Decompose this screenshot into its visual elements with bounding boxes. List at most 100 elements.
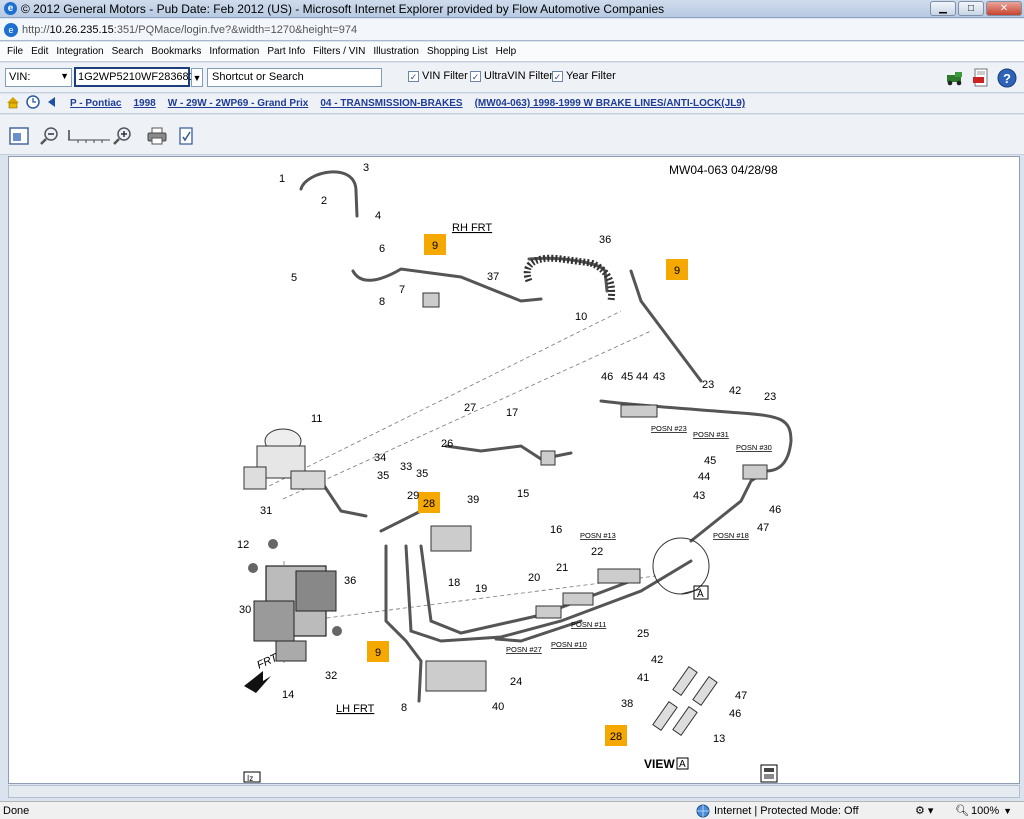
part-callout-number[interactable]: 45: [621, 371, 633, 383]
part-callout-number[interactable]: 44: [636, 371, 648, 383]
help-icon[interactable]: ?: [996, 67, 1018, 89]
part-callout-number[interactable]: 13: [713, 733, 725, 745]
history-icon[interactable]: [26, 95, 40, 112]
part-callout-number[interactable]: 44: [698, 471, 710, 483]
part-callout-number[interactable]: 36: [599, 234, 611, 246]
brake-lines-diagram[interactable]: MW04-063 04/28/98 FRT RH FRT LH FRT VIEW…: [9, 157, 1019, 783]
part-callout-number[interactable]: 38: [621, 698, 633, 710]
menu-bookmarks[interactable]: Bookmarks: [147, 46, 205, 57]
menu-information[interactable]: Information: [205, 46, 263, 57]
vehicle-icon[interactable]: [944, 67, 966, 89]
part-callout-number[interactable]: 8: [379, 296, 385, 308]
part-callout-number[interactable]: 15: [517, 488, 529, 500]
part-callout-number[interactable]: 36: [344, 575, 356, 587]
callout-highlight-number[interactable]: 28: [610, 731, 622, 743]
part-callout-number[interactable]: 35: [416, 468, 428, 480]
checkbox-checked-icon[interactable]: ✓: [552, 70, 563, 82]
security-zone[interactable]: Internet | Protected Mode: Off: [696, 804, 859, 818]
part-callout-number[interactable]: 39: [467, 494, 479, 506]
protected-mode-icon[interactable]: ⚙ ▾: [915, 804, 933, 817]
part-callout-number[interactable]: 2: [321, 195, 327, 207]
close-button[interactable]: ✕: [986, 1, 1022, 16]
part-callout-number[interactable]: 18: [448, 577, 460, 589]
notes-icon[interactable]: [175, 125, 197, 147]
part-callout-number[interactable]: 45: [704, 455, 716, 467]
part-callout-number[interactable]: 29: [407, 490, 419, 502]
callout-highlight-number[interactable]: 9: [432, 240, 438, 252]
part-callout-number[interactable]: 27: [464, 402, 476, 414]
part-callout-number[interactable]: 22: [591, 546, 603, 558]
callout-highlight-number[interactable]: 9: [375, 647, 381, 659]
zoom-in-icon[interactable]: [111, 125, 133, 147]
back-icon[interactable]: [46, 96, 56, 111]
part-callout-number[interactable]: 23: [702, 379, 714, 391]
part-callout-number[interactable]: 16: [550, 524, 562, 536]
part-callout-number[interactable]: 43: [653, 371, 665, 383]
part-callout-number[interactable]: 17: [506, 407, 518, 419]
zoom-slider[interactable]: [66, 125, 112, 147]
part-callout-number[interactable]: 47: [757, 522, 769, 534]
breadcrumb-model[interactable]: W - 29W - 2WP69 - Grand Prix: [168, 98, 309, 109]
breadcrumb-group[interactable]: 04 - TRANSMISSION-BRAKES: [320, 98, 462, 109]
part-callout-number[interactable]: 19: [475, 583, 487, 595]
part-callout-number[interactable]: 46: [769, 504, 781, 516]
vin-input[interactable]: 1G2WP5210WF283681: [74, 67, 195, 87]
checkbox-checked-icon[interactable]: ✓: [408, 70, 419, 82]
part-callout-number[interactable]: 34: [374, 452, 386, 464]
page-icon-corner[interactable]: [760, 764, 778, 783]
part-callout-number[interactable]: 24: [510, 676, 522, 688]
part-callout-number[interactable]: 4: [375, 210, 381, 222]
menu-help[interactable]: Help: [492, 46, 521, 57]
part-callout-number[interactable]: 33: [400, 461, 412, 473]
part-callout-number[interactable]: 20: [528, 572, 540, 584]
zoom-control[interactable]: 🔍︎ 100% ▼: [955, 804, 1012, 818]
part-callout-number[interactable]: 37: [487, 271, 499, 283]
home-icon[interactable]: [6, 96, 20, 112]
part-callout-number[interactable]: 1: [279, 173, 285, 185]
callout-highlight-number[interactable]: 28: [423, 498, 435, 510]
part-callout-number[interactable]: 11: [311, 413, 322, 425]
menu-illustration[interactable]: Illustration: [369, 46, 423, 57]
address-url[interactable]: http://10.26.235.15:351/PQMace/login.fve…: [22, 24, 357, 36]
menu-search[interactable]: Search: [108, 46, 148, 57]
menu-filters-vin[interactable]: Filters / VIN: [309, 46, 369, 57]
part-callout-number[interactable]: 41: [637, 672, 649, 684]
illustration-viewer[interactable]: MW04-063 04/28/98 FRT RH FRT LH FRT VIEW…: [8, 156, 1020, 784]
part-callout-number[interactable]: 32: [325, 670, 337, 682]
part-callout-number[interactable]: 40: [492, 701, 504, 713]
year-filter-checkbox[interactable]: ✓ Year Filter: [552, 70, 616, 82]
breadcrumb-make[interactable]: P - Pontiac: [70, 98, 122, 109]
menu-edit[interactable]: Edit: [27, 46, 52, 57]
part-callout-number[interactable]: 21: [556, 562, 568, 574]
address-bar[interactable]: e http://10.26.235.15:351/PQMace/login.f…: [0, 19, 1024, 41]
vin-type-select[interactable]: VIN: ▼: [5, 68, 72, 87]
menu-file[interactable]: File: [3, 46, 27, 57]
breadcrumb-illustration[interactable]: (MW04-063) 1998-1999 W BRAKE LINES/ANTI-…: [475, 98, 746, 109]
maximize-button[interactable]: □: [958, 1, 984, 16]
part-callout-number[interactable]: 42: [729, 385, 741, 397]
part-callout-number[interactable]: 25: [637, 628, 649, 640]
menu-integration[interactable]: Integration: [52, 46, 107, 57]
part-callout-number[interactable]: 35: [377, 470, 389, 482]
part-callout-number[interactable]: 12: [237, 539, 249, 551]
part-callout-number[interactable]: 26: [441, 438, 453, 450]
part-callout-number[interactable]: 42: [651, 654, 663, 666]
print-icon[interactable]: [146, 125, 168, 147]
part-callout-number[interactable]: 14: [282, 689, 294, 701]
part-callout-number[interactable]: 7: [399, 284, 405, 296]
horizontal-scrollbar[interactable]: [8, 785, 1020, 798]
part-callout-number[interactable]: 43: [693, 490, 705, 502]
part-callout-number[interactable]: 47: [735, 690, 747, 702]
menu-part-info[interactable]: Part Info: [263, 46, 309, 57]
callout-highlight-number[interactable]: 9: [674, 265, 680, 277]
zoom-out-icon[interactable]: [38, 125, 60, 147]
part-callout-number[interactable]: 46: [729, 708, 741, 720]
part-callout-number[interactable]: 8: [401, 702, 407, 714]
breadcrumb-year[interactable]: 1998: [134, 98, 156, 109]
part-callout-number[interactable]: 6: [379, 243, 385, 255]
shortcut-search-input[interactable]: Shortcut or Search: [207, 68, 382, 87]
vin-filter-checkbox[interactable]: ✓ VIN Filter: [408, 70, 468, 82]
zoom-dropdown-icon[interactable]: ▼: [1003, 806, 1012, 816]
vin-dropdown-button[interactable]: ▼: [191, 68, 203, 87]
minimize-button[interactable]: ▁: [930, 1, 956, 16]
